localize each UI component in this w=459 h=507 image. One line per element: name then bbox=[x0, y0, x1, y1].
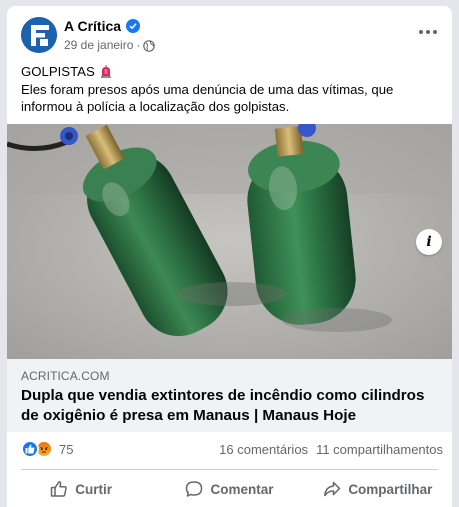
a-critica-logo bbox=[21, 17, 57, 53]
stats-links: 16 comentários 11 compartilhamentos bbox=[219, 442, 443, 457]
post-heading: GOLPISTAS bbox=[21, 64, 95, 79]
reactions-summary[interactable]: 75 bbox=[21, 440, 73, 458]
meta-separator: · bbox=[136, 38, 141, 52]
police-siren-icon bbox=[100, 65, 112, 79]
link-preview[interactable]: ACRITICA.COM Dupla que vendia extintores… bbox=[7, 359, 452, 432]
like-reaction-icon bbox=[21, 440, 39, 458]
page-avatar[interactable] bbox=[21, 17, 57, 53]
speech-bubble-icon bbox=[185, 480, 203, 498]
share-button[interactable]: Compartilhar bbox=[304, 472, 452, 506]
share-arrow-icon bbox=[323, 480, 341, 498]
comment-button[interactable]: Comentar bbox=[155, 472, 303, 506]
comment-label: Comentar bbox=[210, 481, 274, 497]
actions-divider bbox=[21, 469, 438, 470]
verified-badge-icon bbox=[126, 19, 141, 33]
more-dot bbox=[433, 30, 437, 34]
engagement-stats: 75 16 comentários 11 compartilhamentos bbox=[7, 436, 452, 464]
oxygen-cylinders-photo bbox=[7, 124, 452, 359]
post-heading-row: GOLPISTAS bbox=[21, 63, 441, 81]
page-name-row: A Crítica bbox=[64, 17, 141, 35]
share-label: Compartilhar bbox=[348, 481, 433, 497]
like-label: Curtir bbox=[75, 481, 113, 497]
page-name[interactable]: A Crítica bbox=[64, 18, 121, 34]
post-message: GOLPISTAS Eles foram presos após uma den… bbox=[21, 63, 441, 116]
stats-gap bbox=[308, 442, 316, 457]
thumbs-up-icon bbox=[50, 480, 68, 498]
post-card: A Crítica 29 de janeiro · GOLPISTAS Eles… bbox=[7, 6, 452, 507]
like-button[interactable]: Curtir bbox=[7, 472, 155, 506]
post-header: A Crítica 29 de janeiro · bbox=[7, 6, 452, 58]
more-options-button[interactable] bbox=[414, 20, 442, 44]
post-meta: 29 de janeiro · bbox=[64, 37, 156, 53]
link-domain: ACRITICA.COM bbox=[21, 369, 110, 383]
reaction-count: 75 bbox=[59, 441, 74, 457]
link-title[interactable]: Dupla que vendia extintores de incêndio … bbox=[21, 386, 438, 426]
shares-count-link[interactable]: 11 compartilhamentos bbox=[316, 442, 443, 457]
more-dot bbox=[419, 30, 423, 34]
globe-icon[interactable] bbox=[143, 39, 156, 52]
post-body-text: Eles foram presos após uma denúncia de u… bbox=[21, 81, 394, 115]
more-dot bbox=[426, 30, 430, 34]
comments-count-link[interactable]: 16 comentários bbox=[219, 442, 308, 457]
info-icon[interactable]: i bbox=[416, 229, 442, 255]
post-date[interactable]: 29 de janeiro bbox=[64, 38, 133, 52]
post-image[interactable] bbox=[7, 124, 452, 359]
post-actions: Curtir Comentar Compartilhar bbox=[7, 472, 452, 506]
